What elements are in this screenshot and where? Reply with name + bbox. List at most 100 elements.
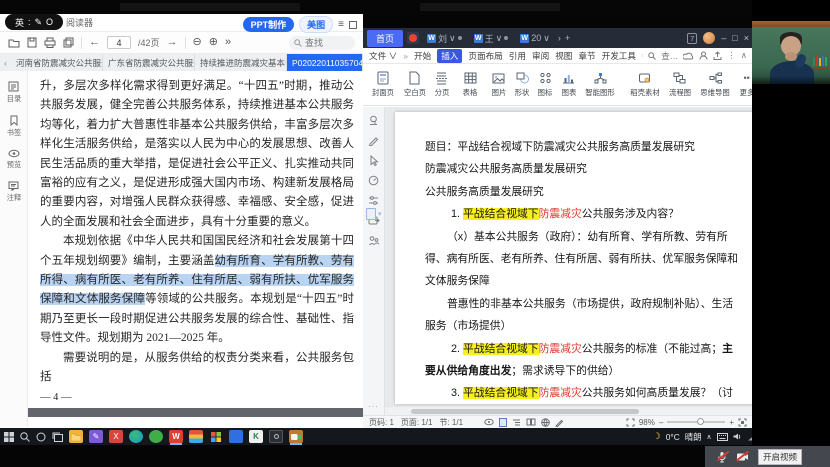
- purple-app-icon[interactable]: ✎: [89, 430, 103, 443]
- ppt-make-button[interactable]: PPT制作: [243, 17, 295, 32]
- wps-office-icon[interactable]: W: [169, 430, 183, 443]
- settings-sliders-icon[interactable]: [368, 195, 379, 206]
- ribbon-chart[interactable]: 图表: [558, 71, 580, 98]
- blue-app-icon[interactable]: [229, 430, 243, 443]
- more-tools-dots-icon[interactable]: ···: [368, 402, 379, 411]
- select-cursor-icon[interactable]: [369, 155, 379, 166]
- new-tab-icon[interactable]: +: [565, 33, 570, 43]
- file-explorer-icon[interactable]: [69, 430, 83, 443]
- ribbon-icons[interactable]: 图标: [534, 71, 556, 98]
- ribbon-smartart[interactable]: 智能图形: [581, 71, 619, 98]
- green-app-icon[interactable]: [149, 430, 163, 443]
- camera-off-icon[interactable]: [736, 452, 749, 462]
- kebab-menu-icon[interactable]: ⋮: [727, 50, 736, 61]
- ime-pen-icon[interactable]: ✎: [34, 17, 42, 28]
- find-box[interactable]: [289, 36, 355, 50]
- tab-scroll-right-icon[interactable]: ›: [558, 33, 561, 43]
- cloud-sync-icon[interactable]: [683, 52, 694, 60]
- zoom-out-icon[interactable]: ⊖: [193, 37, 202, 48]
- zoom-slider-knob[interactable]: [697, 418, 704, 425]
- book-view-icon[interactable]: [526, 418, 536, 426]
- pdf-tab-henan[interactable]: 河南省防震减灾公共服务.. ×: [11, 54, 103, 71]
- menu-start[interactable]: 开始: [414, 50, 431, 62]
- upload-share-icon[interactable]: [713, 51, 722, 60]
- menu-page-layout[interactable]: 页面布局: [468, 50, 502, 62]
- meitu-button[interactable]: 美图: [299, 16, 333, 33]
- account-avatar[interactable]: [703, 32, 715, 44]
- zoom-slider[interactable]: [667, 421, 725, 423]
- open-file-icon[interactable]: [8, 38, 20, 48]
- map-k-app-icon[interactable]: K: [249, 430, 263, 443]
- pdf-tab-active-plan[interactable]: P02022011035704: [287, 54, 363, 71]
- menu-view[interactable]: 视图: [555, 50, 572, 62]
- tray-weather-desc[interactable]: 晴朗: [685, 431, 702, 443]
- ribbon-shapes[interactable]: 形状: [511, 71, 533, 98]
- timer-tool-icon[interactable]: [368, 175, 379, 186]
- pen-tool-icon[interactable]: [368, 135, 379, 146]
- paste-options-widget[interactable]: ▾: [366, 208, 382, 220]
- chevron-down-icon[interactable]: ∨: [496, 33, 503, 44]
- ime-circle-icon[interactable]: O: [46, 17, 53, 27]
- tray-temperature[interactable]: 0°C: [666, 432, 680, 442]
- menu-dev-tools[interactable]: 开发工具: [602, 50, 636, 62]
- menu-review[interactable]: 审阅: [532, 50, 549, 62]
- red-x-app-icon[interactable]: X: [109, 430, 123, 443]
- pdf-document-page[interactable]: 升，多层次多样化需求得到更好满足。“十四五”时期，推动公共服务发展，健全完善公共…: [28, 71, 363, 427]
- pdf-tab-jichu[interactable]: 持续推进防震减灾基本公共.. ×: [195, 54, 287, 71]
- menu-section[interactable]: 章节: [578, 50, 595, 62]
- sidebar-item-annotations[interactable]: 注释: [6, 181, 22, 203]
- collapse-ribbon-icon[interactable]: ∧: [741, 50, 747, 61]
- chevron-down-icon[interactable]: ∨: [543, 33, 550, 44]
- page-view-icon[interactable]: [499, 418, 507, 427]
- outline-view-icon[interactable]: [512, 418, 521, 427]
- doc-tab-liu[interactable]: W 刘 ∨: [423, 30, 466, 47]
- menu-insert-active[interactable]: 插入: [437, 49, 462, 63]
- ribbon-blank-page[interactable]: 空白页: [399, 71, 429, 98]
- next-page-icon[interactable]: →: [167, 37, 178, 48]
- ribbon-docer-assets[interactable]: 稻壳素材: [625, 71, 663, 98]
- start-button-icon[interactable]: [4, 432, 14, 442]
- chevron-down-icon[interactable]: ∨: [449, 33, 456, 44]
- turn-on-video-button[interactable]: 开启视频: [758, 449, 802, 465]
- menu-hamburger-icon[interactable]: ≡: [338, 20, 344, 30]
- minimize-icon[interactable]: –: [721, 33, 726, 43]
- taskbar-search-icon[interactable]: [20, 432, 30, 442]
- word-page[interactable]: 题目：平战结合视域下防震减灾公共服务高质量发展研究 防震减灾公共服务高质量发展研…: [395, 112, 753, 404]
- fullscreen-icon[interactable]: [738, 418, 747, 427]
- ribbon-flowchart[interactable]: 流程图: [665, 71, 695, 98]
- horizontal-scrollbar[interactable]: [385, 406, 753, 415]
- collaborate-tool-icon[interactable]: [368, 235, 380, 246]
- wps-home-tab[interactable]: 首页: [367, 30, 403, 47]
- tray-hidden-icons-chevron[interactable]: ∧: [707, 433, 712, 441]
- ribbon-page-break[interactable]: 分页: [431, 71, 453, 98]
- zoom-out-button[interactable]: –: [659, 418, 663, 427]
- zoom-in-icon[interactable]: ⊕: [209, 37, 218, 48]
- chevron-down-icon[interactable]: ▾: [378, 210, 382, 218]
- ribbon-picture[interactable]: 图片: [488, 71, 510, 98]
- stamp-tool-icon[interactable]: [368, 115, 379, 126]
- fit-page-icon[interactable]: [626, 418, 635, 427]
- sidebar-item-toc[interactable]: 目录: [6, 81, 22, 104]
- stacked-colors-app-icon[interactable]: [189, 430, 203, 443]
- more-tools-icon[interactable]: »: [225, 37, 231, 48]
- menu-references[interactable]: 引用: [509, 50, 526, 62]
- print-icon[interactable]: [44, 37, 56, 48]
- ribbon-table[interactable]: 表格: [459, 71, 481, 98]
- photos-app-icon[interactable]: [209, 430, 223, 443]
- tabs-scroll-left-icon[interactable]: ‹: [0, 54, 11, 71]
- webcam-tile[interactable]: [752, 21, 830, 84]
- spellcheck-eye-icon[interactable]: [484, 418, 494, 426]
- scrollbar-thumb[interactable]: [411, 409, 639, 414]
- sidebar-item-bookmarks[interactable]: 书签: [6, 115, 22, 138]
- zoom-in-button[interactable]: +: [729, 418, 734, 427]
- doc-tab-wang[interactable]: W 王 ∨: [470, 30, 513, 47]
- edit-pen-icon[interactable]: [555, 418, 564, 427]
- volume-icon[interactable]: [733, 432, 742, 441]
- search-icon[interactable]: [648, 52, 656, 60]
- search-hint[interactable]: 查…: [661, 50, 678, 62]
- close-icon[interactable]: ×: [744, 33, 749, 43]
- pdf-tab-guangdong[interactable]: 广东省防震减灾公共服务供.. ×: [103, 54, 195, 71]
- ime-floating-bar[interactable]: 英:✎O: [5, 14, 63, 30]
- ime-lang-label[interactable]: 英: [15, 16, 24, 29]
- maximize-icon[interactable]: [349, 21, 357, 29]
